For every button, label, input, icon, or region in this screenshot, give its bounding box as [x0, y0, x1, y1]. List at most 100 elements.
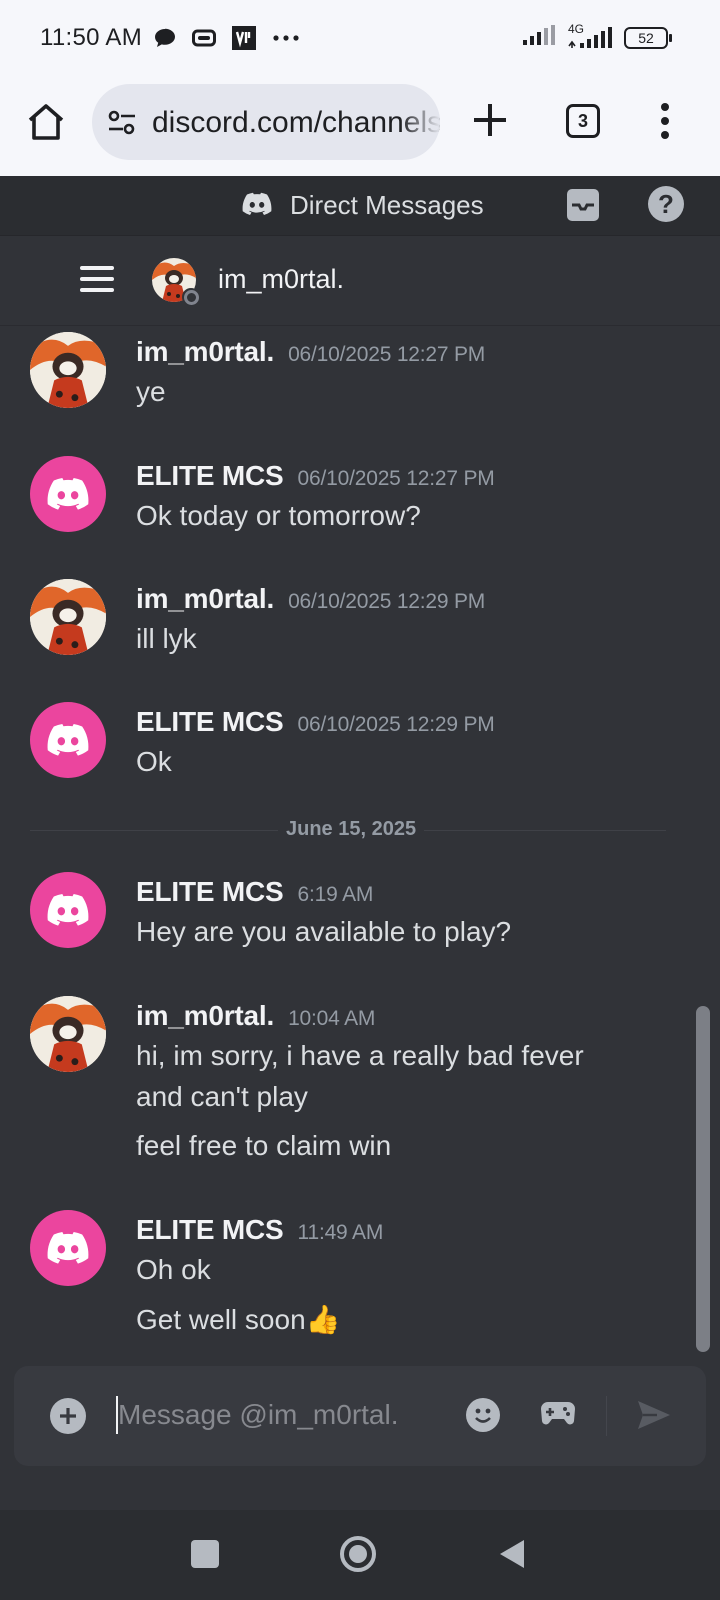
message-text: Oh ok — [136, 1254, 211, 1285]
discord-logo-icon — [47, 477, 89, 510]
discord-logo-icon — [47, 723, 89, 756]
message-text: ill lyk — [136, 623, 197, 654]
emoji-button[interactable] — [466, 1398, 500, 1432]
send-button[interactable] — [636, 1398, 672, 1437]
channel-header: im_m0rtal. — [0, 236, 720, 326]
user-avatar-icon — [30, 996, 106, 1072]
composer-area — [0, 1360, 720, 1510]
author-name: ELITE MCS — [136, 876, 284, 907]
status-time: 11:50 AM — [40, 24, 143, 51]
vi-app-icon — [232, 26, 256, 50]
user-avatar[interactable] — [30, 996, 106, 1072]
message-text: Get well soon👍 — [136, 1304, 341, 1335]
author-name: im_m0rtal. — [136, 1000, 275, 1031]
message-text: Hey are you available to play? — [136, 916, 512, 947]
date-divider-label: June 15, 2025 — [278, 818, 425, 841]
url-text: discord.com/channels/@me — [152, 106, 440, 139]
message-scrollbar[interactable] — [696, 1006, 710, 1352]
message-timestamp: 06/10/2025 12:27 PM — [288, 343, 486, 366]
message-timestamp: 06/10/2025 12:27 PM — [297, 467, 495, 490]
message-timestamp: 06/10/2025 12:29 PM — [288, 590, 486, 613]
plus-icon — [474, 104, 506, 136]
home-icon — [28, 104, 64, 140]
discord-logo-icon — [242, 192, 272, 221]
recents-button[interactable] — [191, 1540, 219, 1568]
message-composer — [14, 1366, 706, 1466]
help-button[interactable]: ? — [648, 186, 684, 222]
gamepad-icon — [541, 1402, 575, 1425]
vr-headset-icon — [192, 29, 216, 47]
message-input[interactable] — [118, 1392, 438, 1438]
offline-status-icon — [182, 288, 200, 306]
system-navigation-bar — [0, 1510, 720, 1600]
home-nav-button[interactable] — [340, 1536, 376, 1572]
message-author[interactable]: ELITE MCS 11:49 AM — [136, 1214, 383, 1246]
author-name: ELITE MCS — [136, 1214, 284, 1245]
signal-icon — [522, 24, 556, 51]
more-vertical-icon — [661, 103, 669, 139]
user-avatar[interactable] — [30, 702, 106, 778]
new-tab-button[interactable] — [470, 100, 510, 145]
author-name: ELITE MCS — [136, 706, 284, 737]
emoji-icon — [475, 1408, 491, 1423]
help-icon: ? — [658, 188, 674, 219]
user-avatar[interactable] — [30, 332, 106, 408]
battery-level: 52 — [638, 29, 654, 46]
message-timestamp: 06/10/2025 12:29 PM — [297, 713, 495, 736]
author-name: im_m0rtal. — [136, 583, 275, 614]
message-timestamp: 6:19 AM — [297, 883, 374, 906]
channel-name: im_m0rtal. — [218, 264, 345, 294]
back-triangle-icon — [500, 1540, 524, 1568]
author-name: ELITE MCS — [136, 460, 284, 491]
tab-switcher-button[interactable]: 3 — [566, 104, 600, 138]
site-settings-icon[interactable] — [108, 110, 136, 141]
message-author[interactable]: ELITE MCS 06/10/2025 12:27 PM — [136, 460, 495, 492]
user-avatar[interactable] — [30, 579, 106, 655]
message-author[interactable]: im_m0rtal. 06/10/2025 12:27 PM — [136, 336, 485, 368]
channel-avatar[interactable] — [152, 258, 200, 306]
menu-button[interactable] — [80, 266, 114, 292]
direct-messages-header: Direct Messages ? — [0, 176, 720, 236]
message-timestamp: 11:49 AM — [297, 1221, 384, 1244]
message-author[interactable]: im_m0rtal. 06/10/2025 12:29 PM — [136, 583, 485, 615]
discord-logo-icon — [47, 893, 89, 926]
status-bar: 11:50 AM 4G 52 — [0, 0, 720, 78]
message-author[interactable]: ELITE MCS 06/10/2025 12:29 PM — [136, 706, 495, 738]
battery-icon: 52 — [624, 26, 672, 49]
more-notifications-icon — [272, 34, 300, 42]
home-button[interactable] — [24, 100, 68, 144]
user-avatar[interactable] — [30, 456, 106, 532]
add-attachment-button[interactable] — [50, 1398, 86, 1434]
activities-button[interactable] — [540, 1396, 576, 1435]
network-4g-icon: 4G — [566, 22, 614, 50]
message-author[interactable]: im_m0rtal. 10:04 AM — [136, 1000, 375, 1032]
message-text: feel free to claim win — [136, 1130, 392, 1161]
system-indicators: 4G 52 — [522, 22, 672, 51]
message-text: ye — [136, 376, 166, 407]
back-button[interactable] — [498, 1538, 526, 1575]
tab-count: 3 — [577, 110, 588, 131]
message-text: Ok — [136, 746, 172, 777]
address-bar[interactable]: discord.com/channels/@me — [92, 84, 440, 160]
user-avatar-icon — [30, 332, 106, 408]
message-text: hi, im sorry, i have a really bad fever — [136, 1040, 584, 1071]
section-title: Direct Messages — [290, 190, 484, 220]
discord-logo-icon — [47, 1231, 89, 1264]
notification-icons — [154, 26, 300, 50]
browser-toolbar: discord.com/channels/@me 3 — [0, 78, 720, 176]
message-timestamp: 10:04 AM — [288, 1007, 376, 1030]
user-avatar[interactable] — [30, 1210, 106, 1286]
message-author[interactable]: ELITE MCS 6:19 AM — [136, 876, 373, 908]
inbox-button[interactable] — [566, 188, 600, 227]
message-text: and can't play — [136, 1081, 308, 1112]
author-name: im_m0rtal. — [136, 336, 275, 367]
inbox-icon — [567, 189, 599, 221]
browser-menu-button[interactable] — [660, 102, 670, 145]
message-text: Ok today or tomorrow? — [136, 500, 421, 531]
plus-icon — [60, 1408, 76, 1424]
date-divider: June 15, 2025 — [30, 818, 666, 841]
send-icon — [638, 1401, 670, 1429]
user-avatar[interactable] — [30, 872, 106, 948]
chat-bubble-icon — [154, 28, 176, 48]
user-avatar-icon — [30, 579, 106, 655]
